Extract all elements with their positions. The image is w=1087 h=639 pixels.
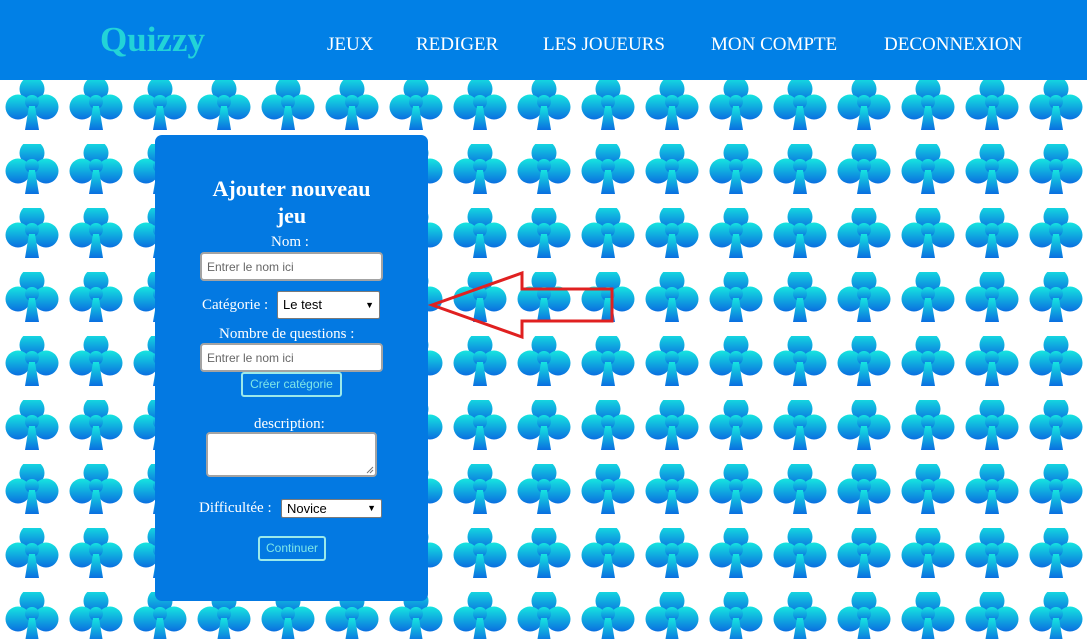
chevron-down-icon: ▼ [367, 503, 376, 513]
questions-input[interactable] [200, 343, 383, 372]
description-label: description: [254, 416, 325, 432]
difficulty-label: Difficultée : [199, 500, 272, 516]
category-select[interactable]: Le test ▼ [277, 291, 380, 319]
top-navbar: Quizzy JEUX REDIGER LES JOUEURS MON COMP… [0, 0, 1087, 80]
create-category-button[interactable]: Créer catégorie [241, 372, 342, 397]
difficulty-select[interactable]: Novice ▼ [281, 499, 382, 518]
nav-item-les-joueurs[interactable]: LES JOUEURS [543, 34, 665, 56]
add-game-form: Ajouter nouveau jeu Nom : Catégorie : Le… [155, 135, 428, 601]
name-label: Nom : [271, 234, 309, 250]
difficulty-selected-value: Novice [287, 501, 327, 516]
chevron-down-icon: ▼ [365, 300, 374, 310]
nav-item-rediger[interactable]: REDIGER [416, 34, 498, 56]
form-title: Ajouter nouveau jeu [212, 176, 371, 228]
name-input[interactable] [200, 252, 383, 281]
nav-item-jeux[interactable]: JEUX [327, 34, 373, 56]
resize-handle-icon[interactable] [365, 465, 374, 474]
category-selected-value: Le test [283, 297, 323, 312]
description-textarea[interactable] [206, 432, 377, 477]
nav-item-deconnexion[interactable]: DECONNEXION [884, 34, 1022, 56]
nav-item-mon-compte[interactable]: MON COMPTE [711, 34, 837, 56]
left-arrow-icon [428, 270, 614, 340]
app-logo[interactable]: Quizzy [100, 20, 205, 60]
category-label: Catégorie : [202, 297, 269, 313]
questions-label: Nombre de questions : [219, 326, 355, 342]
continue-button[interactable]: Continuer [258, 536, 326, 561]
